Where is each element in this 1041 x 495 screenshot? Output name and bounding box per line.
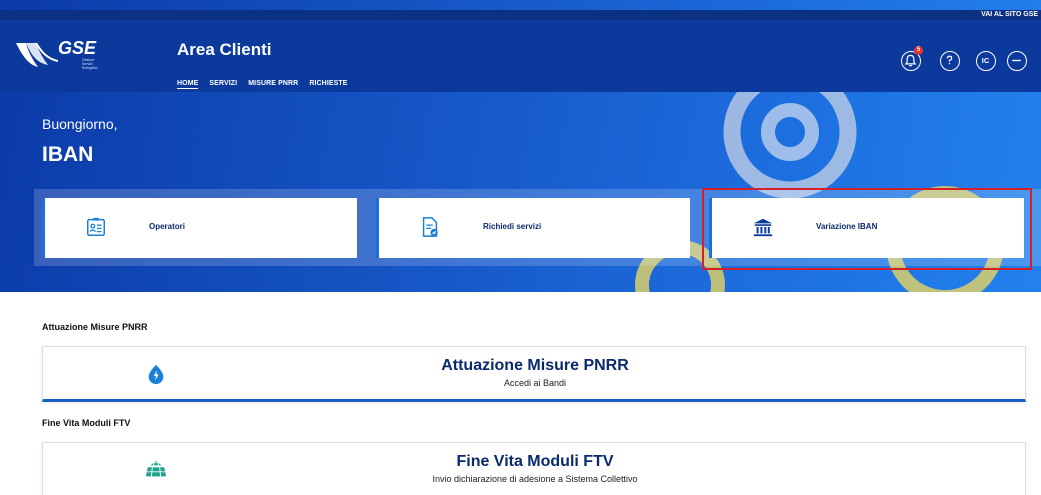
hero-banner: VAI AL SITO GSE GSE Gestore Servizi Ener… <box>0 0 1041 292</box>
card-ftv-title: Fine Vita Moduli FTV <box>456 453 614 470</box>
user-initials: IC <box>981 56 990 65</box>
top-strip: VAI AL SITO GSE <box>0 10 1041 20</box>
section-heading-ftv: Fine Vita Moduli FTV <box>42 418 131 428</box>
visit-site-link[interactable]: VAI AL SITO GSE <box>981 10 1038 20</box>
user-avatar-button[interactable]: IC <box>976 51 996 71</box>
page: VAI AL SITO GSE GSE Gestore Servizi Ener… <box>0 0 1041 495</box>
notification-badge: 5 <box>914 46 923 55</box>
section-heading-pnrr: Attuazione Misure PNRR <box>42 322 148 332</box>
header-actions: 5 IC <box>901 46 1041 80</box>
header-bar: GSE Gestore Servizi Energetici Area Clie… <box>0 20 1041 92</box>
minus-icon <box>1012 59 1021 62</box>
card-fine-vita-moduli-ftv[interactable]: Fine Vita Moduli FTV Invio dichiarazione… <box>42 442 1026 495</box>
logo-subtitle: Gestore Servizi Energetici <box>82 58 98 70</box>
card-richiedi-servizi-label: Richiedi servizi <box>483 222 542 231</box>
greeting-name: IBAN <box>42 143 94 166</box>
logout-button[interactable] <box>1007 51 1027 71</box>
nav-servizi[interactable]: SERVIZI <box>209 80 237 89</box>
card-attuazione-misure-pnrr[interactable]: Attuazione Misure PNRR Accedi ai Bandi <box>42 346 1026 402</box>
nav-richieste[interactable]: RICHIESTE <box>309 80 347 89</box>
card-ftv-subtitle: Invio dichiarazione di adesione a Sistem… <box>432 474 638 484</box>
card-operatori[interactable]: Operatori <box>42 198 357 258</box>
gse-logo[interactable]: GSE Gestore Servizi Energetici <box>14 38 98 71</box>
gse-logo-swoosh-icon <box>16 42 59 67</box>
card-richiedi-servizi[interactable]: Richiedi servizi <box>376 198 690 258</box>
id-card-icon <box>87 217 105 236</box>
card-pnrr-subtitle: Accedi ai Bandi <box>503 378 567 388</box>
card-operatori-label: Operatori <box>149 222 186 231</box>
logo-text: GSE <box>58 38 97 58</box>
highlight-box <box>702 188 1032 270</box>
nav-home[interactable]: HOME <box>177 80 199 89</box>
document-check-icon <box>422 217 438 237</box>
notifications-button[interactable]: 5 <box>901 46 923 71</box>
main-nav: HOME SERVIZI MISURE PNRR RICHIESTE <box>177 80 348 89</box>
help-chat-icon <box>946 55 953 65</box>
greeting-text: Buongiorno, <box>42 116 118 132</box>
app-title: Area Clienti <box>177 40 272 59</box>
nav-misure-pnrr[interactable]: MISURE PNRR <box>248 80 298 89</box>
card-pnrr-title: Attuazione Misure PNRR <box>441 357 629 374</box>
help-chat-button[interactable] <box>940 51 960 71</box>
